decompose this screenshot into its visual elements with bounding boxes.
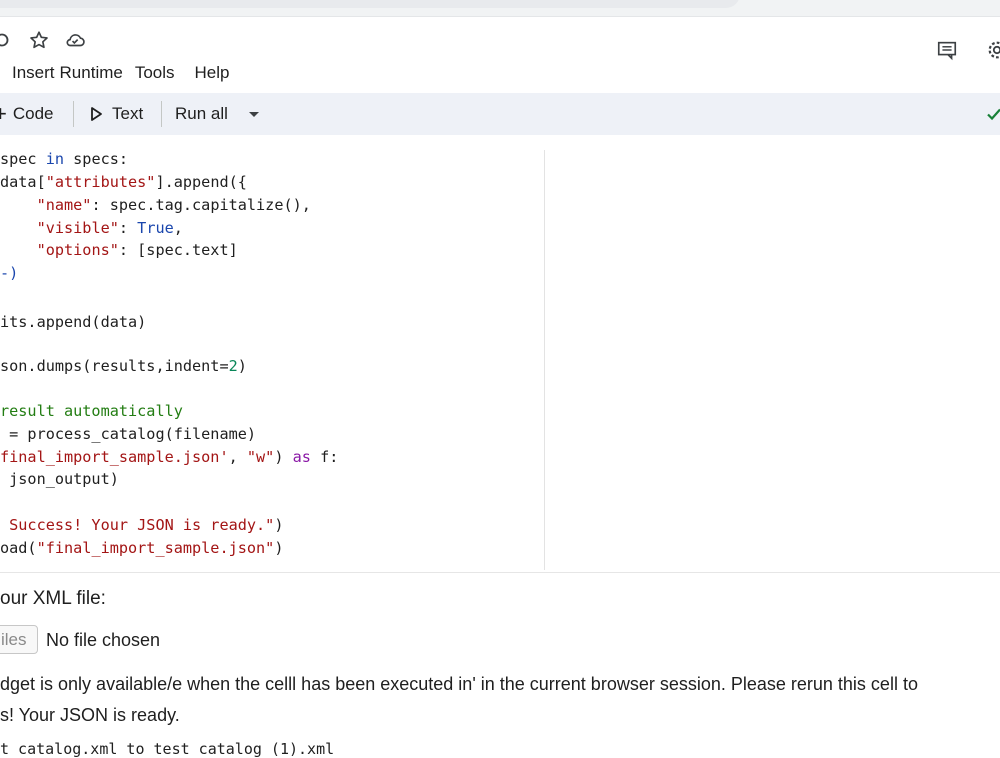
cell-bottom-border	[0, 572, 1000, 573]
add-code-button[interactable]: + Code	[0, 93, 54, 135]
comment-icon[interactable]	[935, 38, 959, 62]
menu-help[interactable]: Help	[195, 60, 230, 86]
notebook-toolbar	[0, 93, 1000, 135]
code-line: data["attributes"].append({	[0, 173, 247, 191]
cell-divider	[544, 150, 545, 570]
code-line: final_import_sample.json', "w") as f:	[0, 448, 339, 466]
upload-prompt: our XML file:	[0, 588, 106, 609]
code-line: its.append(data)	[0, 313, 147, 331]
code-comment-line: result automatically	[0, 402, 183, 420]
run-options-dropdown[interactable]	[247, 93, 261, 135]
add-code-label: Code	[12, 104, 54, 123]
code-line: = process_catalog(filename)	[0, 425, 257, 443]
code-line: "name": spec.tag.capitalize(),	[36, 196, 311, 214]
add-text-button[interactable]: Text	[90, 93, 143, 135]
code-line: -)	[0, 264, 19, 282]
caret-down-icon	[249, 112, 259, 117]
code-line: spec in specs:	[0, 150, 129, 168]
code-cell-editor[interactable]: spec in specs: data["attributes"].append…	[0, 147, 544, 572]
toolbar-divider	[73, 101, 74, 127]
success-message: s! Your JSON is ready.	[0, 705, 180, 725]
saved-file-message: t catalog.xml to test catalog (1).xml	[0, 740, 335, 758]
widget-warning-text: dget is only available/e when the celll …	[0, 674, 918, 694]
play-outline-icon	[91, 107, 102, 121]
code-line: "visible": True,	[36, 219, 183, 237]
code-line: json_output)	[0, 470, 119, 488]
code-line: "options": [spec.text]	[36, 241, 238, 259]
toolbar-divider	[161, 101, 162, 127]
menu-insert[interactable]: Insert	[12, 60, 55, 86]
add-text-label: Text	[112, 104, 144, 123]
gear-icon[interactable]	[985, 38, 1000, 62]
run-all-button[interactable]: Run all	[175, 93, 228, 135]
menu-tools[interactable]: Tools	[135, 60, 175, 86]
address-bar[interactable]	[0, 0, 740, 8]
plus-icon: +	[0, 101, 7, 126]
connected-check-icon	[986, 106, 1000, 127]
code-line: Success! Your JSON is ready.")	[0, 516, 284, 534]
code-line: oad("final_import_sample.json")	[0, 539, 284, 557]
menu-runtime[interactable]: Runtime	[60, 60, 123, 86]
run-all-label: Run all	[175, 104, 228, 123]
menu-bar: Insert Runtime Tools Help	[0, 60, 230, 86]
code-line: son.dumps(results,indent=2)	[0, 357, 247, 375]
no-file-label: No file chosen	[46, 630, 161, 650]
choose-files-button[interactable]: iles	[0, 625, 38, 654]
title-truncated-icon	[0, 28, 14, 52]
cloud-saved-icon[interactable]	[63, 28, 87, 52]
star-icon[interactable]	[27, 28, 51, 52]
